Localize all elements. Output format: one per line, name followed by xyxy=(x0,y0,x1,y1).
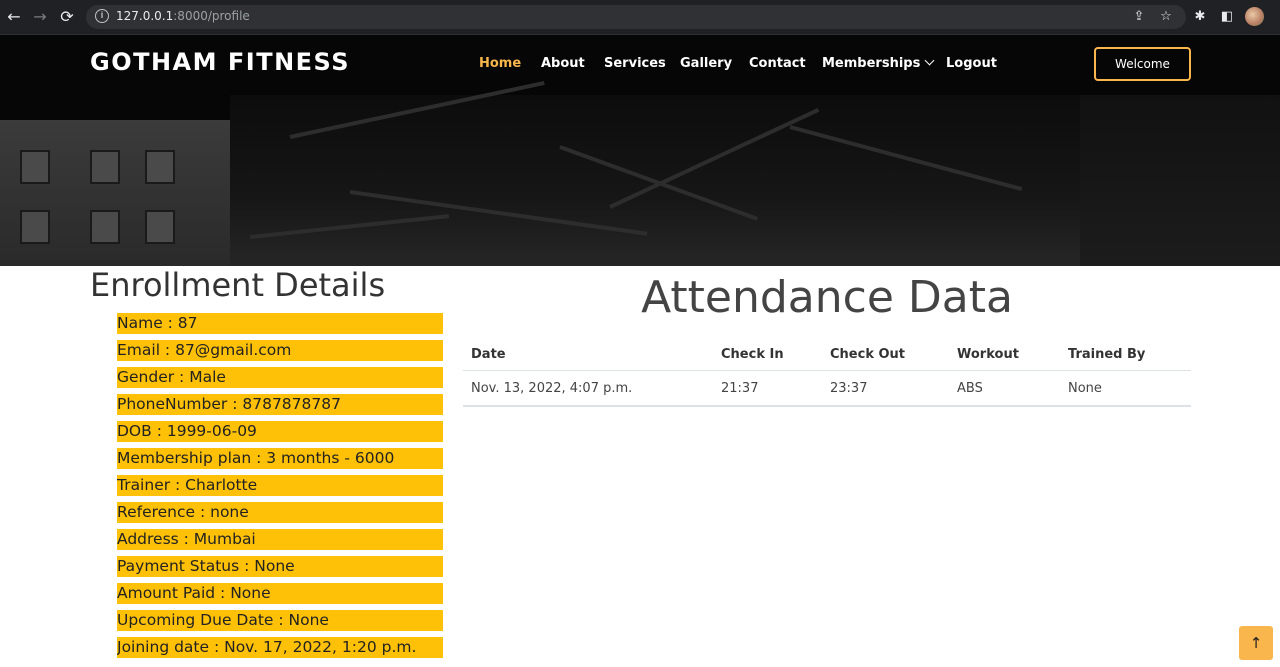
sidepanel-icon[interactable]: ◧ xyxy=(1218,8,1236,26)
enrollment-reference: Reference : none xyxy=(117,502,443,523)
col-date: Date xyxy=(463,338,713,371)
cell-trained-by: None xyxy=(1060,370,1191,407)
enrollment-title: Enrollment Details xyxy=(90,266,386,304)
browser-toolbar: ← → ⟳ i 127.0.0.1:8000/profile ⇪ ☆ ✱ ◧ xyxy=(0,0,1280,35)
back-icon[interactable]: ← xyxy=(4,7,24,27)
cell-workout: ABS xyxy=(949,370,1060,407)
chevron-down-icon xyxy=(924,55,935,66)
nav-services[interactable]: Services xyxy=(604,56,666,71)
enrollment-phone: PhoneNumber : 8787878787 xyxy=(117,394,443,415)
share-icon[interactable]: ⇪ xyxy=(1130,8,1148,26)
attendance-table: Date Check In Check Out Workout Trained … xyxy=(463,338,1191,407)
star-icon[interactable]: ☆ xyxy=(1157,8,1175,26)
nav-contact[interactable]: Contact xyxy=(749,56,806,71)
arrow-up-icon: ↑ xyxy=(1249,634,1263,652)
hero-building xyxy=(0,120,230,266)
cell-check-out: 23:37 xyxy=(822,370,949,407)
table-header-row: Date Check In Check Out Workout Trained … xyxy=(463,338,1191,371)
nav-about[interactable]: About xyxy=(541,56,585,71)
hero-pillar xyxy=(1080,95,1280,266)
address-bar[interactable]: i 127.0.0.1:8000/profile xyxy=(86,5,1186,29)
enrollment-due-date: Upcoming Due Date : None xyxy=(117,610,443,631)
back-to-top-button[interactable]: ↑ xyxy=(1239,626,1273,660)
enrollment-address: Address : Mumbai xyxy=(117,529,443,550)
enrollment-trainer: Trainer : Charlotte xyxy=(117,475,443,496)
enrollment-list: Name : 87 Email : 87@gmail.com Gender : … xyxy=(117,313,443,664)
welcome-button[interactable]: Welcome xyxy=(1094,47,1191,81)
url-text[interactable]: 127.0.0.1:8000/profile xyxy=(116,9,250,23)
forward-icon[interactable]: → xyxy=(30,7,50,27)
table-row: Nov. 13, 2022, 4:07 p.m. 21:37 23:37 ABS… xyxy=(463,370,1191,407)
cell-check-in: 21:37 xyxy=(713,370,822,407)
col-check-out: Check Out xyxy=(822,338,949,371)
reload-icon[interactable]: ⟳ xyxy=(57,7,77,27)
enrollment-email: Email : 87@gmail.com xyxy=(117,340,443,361)
nav-gallery[interactable]: Gallery xyxy=(680,56,732,71)
extensions-icon[interactable]: ✱ xyxy=(1191,8,1209,26)
nav-memberships-label: Memberships xyxy=(822,56,921,71)
attendance-title: Attendance Data xyxy=(641,272,1013,323)
nav-home[interactable]: Home xyxy=(479,56,521,71)
enrollment-dob: DOB : 1999-06-09 xyxy=(117,421,443,442)
enrollment-payment-status: Payment Status : None xyxy=(117,556,443,577)
enrollment-name: Name : 87 xyxy=(117,313,443,334)
col-trained-by: Trained By xyxy=(1060,338,1191,371)
enrollment-gender: Gender : Male xyxy=(117,367,443,388)
enrollment-plan: Membership plan : 3 months - 6000 xyxy=(117,448,443,469)
col-workout: Workout xyxy=(949,338,1060,371)
profile-avatar[interactable] xyxy=(1245,7,1264,26)
nav-memberships[interactable]: Memberships xyxy=(822,55,935,71)
enrollment-joining-date: Joining date : Nov. 17, 2022, 1:20 p.m. xyxy=(117,637,443,658)
cell-date: Nov. 13, 2022, 4:07 p.m. xyxy=(463,370,713,407)
nav-logout[interactable]: Logout xyxy=(946,56,997,71)
enrollment-amount-paid: Amount Paid : None xyxy=(117,583,443,604)
info-icon[interactable]: i xyxy=(95,9,109,23)
brand-logo[interactable]: GOTHAM FITNESS xyxy=(90,48,350,76)
col-check-in: Check In xyxy=(713,338,822,371)
